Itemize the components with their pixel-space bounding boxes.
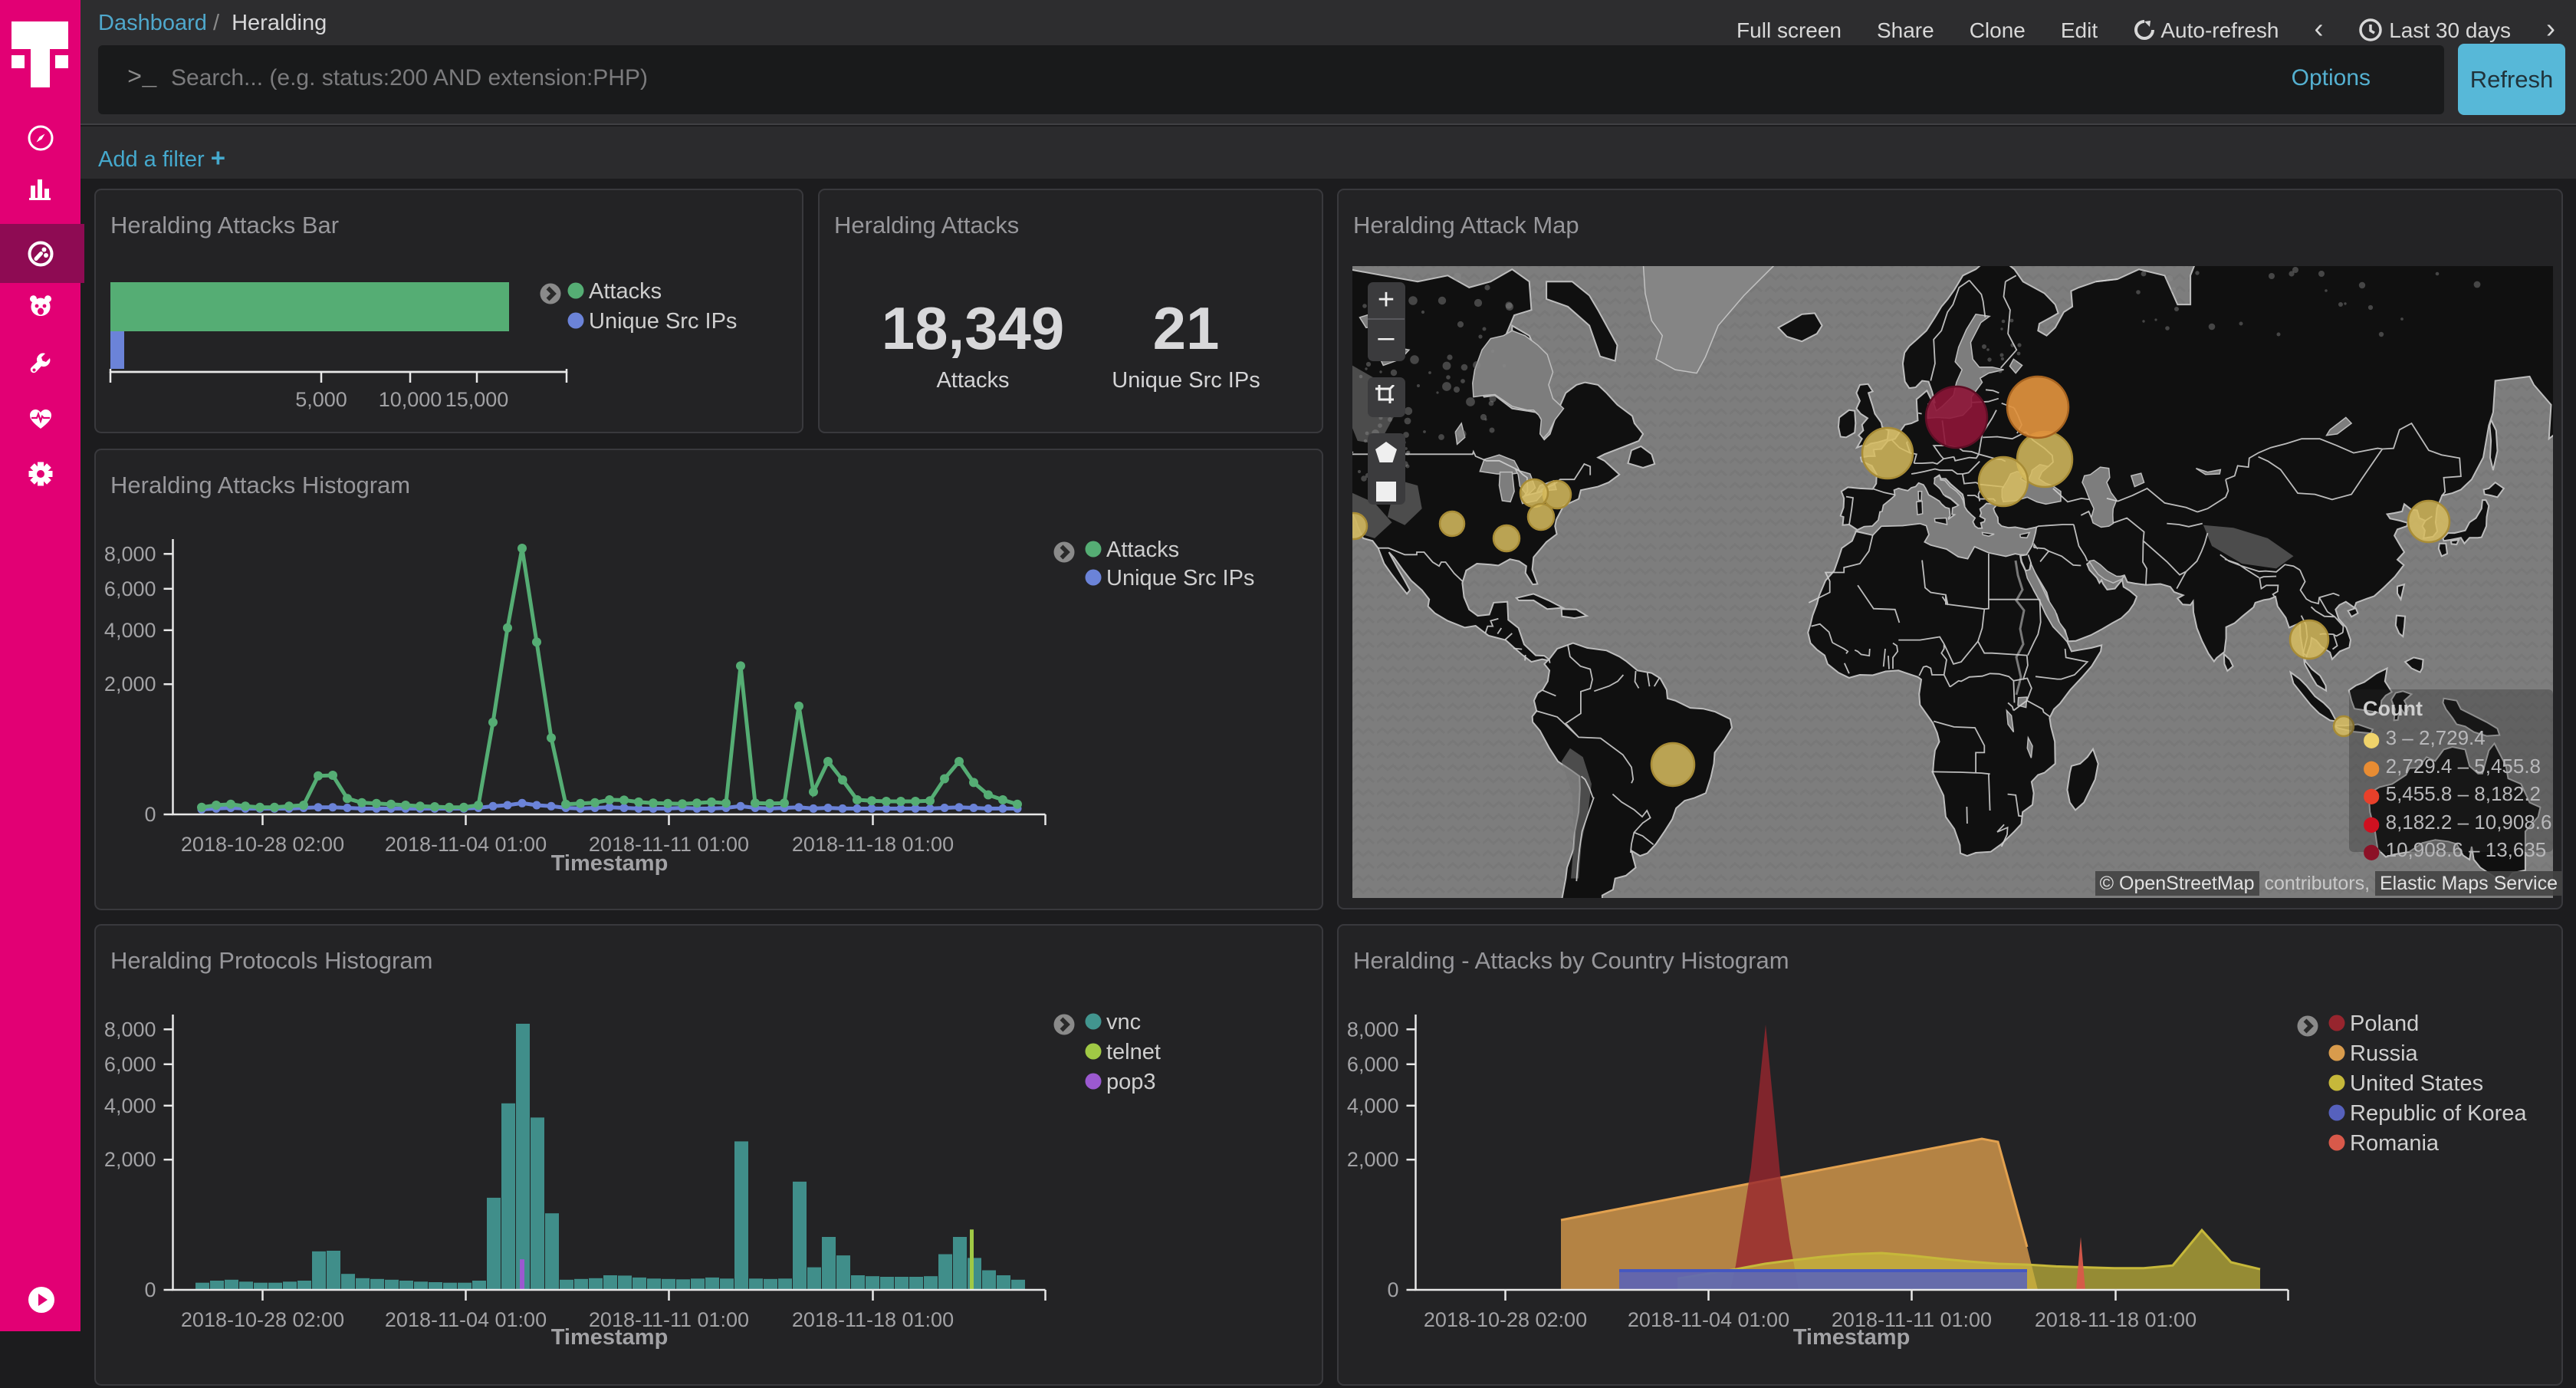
svg-text:Poland: Poland: [2350, 1011, 2419, 1036]
svg-text:Romania: Romania: [2350, 1131, 2440, 1156]
svg-text:telnet: telnet: [1106, 1040, 1161, 1064]
svg-text:2018-10-28 02:00: 2018-10-28 02:00: [181, 833, 344, 856]
svg-text:0: 0: [144, 1278, 156, 1301]
svg-text:15,000: 15,000: [445, 388, 509, 411]
svg-text:2,000: 2,000: [104, 1148, 156, 1171]
svg-text:Russia: Russia: [2350, 1041, 2419, 1066]
svg-text:0: 0: [1387, 1278, 1398, 1301]
svg-text:4,000: 4,000: [1347, 1094, 1399, 1117]
svg-text:2018-11-18 01:00: 2018-11-18 01:00: [792, 1308, 954, 1331]
svg-text:Unique Src IPs: Unique Src IPs: [1106, 566, 1254, 590]
svg-text:Timestamp: Timestamp: [551, 851, 669, 876]
svg-text:5,000: 5,000: [295, 388, 347, 411]
svg-text:4,000: 4,000: [104, 1094, 156, 1117]
svg-text:2018-10-28 02:00: 2018-10-28 02:00: [181, 1308, 344, 1331]
svg-text:Attacks: Attacks: [589, 279, 662, 304]
svg-text:6,000: 6,000: [1347, 1053, 1399, 1076]
svg-text:0: 0: [144, 803, 156, 826]
svg-text:6,000: 6,000: [104, 577, 156, 600]
svg-text:Timestamp: Timestamp: [1793, 1325, 1911, 1350]
svg-text:Republic of Korea: Republic of Korea: [2350, 1101, 2527, 1126]
svg-text:United States: United States: [2350, 1071, 2483, 1096]
svg-text:vnc: vnc: [1106, 1010, 1141, 1034]
svg-text:2018-11-18 01:00: 2018-11-18 01:00: [792, 833, 954, 856]
svg-text:2,000: 2,000: [104, 673, 156, 696]
svg-text:pop3: pop3: [1106, 1070, 1156, 1094]
svg-text:2018-11-18 01:00: 2018-11-18 01:00: [2035, 1308, 2196, 1331]
svg-text:2018-11-04 01:00: 2018-11-04 01:00: [1628, 1308, 1789, 1331]
svg-text:2,000: 2,000: [1347, 1148, 1399, 1171]
svg-text:6,000: 6,000: [104, 1053, 156, 1076]
svg-text:2018-11-04 01:00: 2018-11-04 01:00: [385, 1308, 547, 1331]
svg-text:8,000: 8,000: [1347, 1018, 1399, 1041]
svg-text:2018-11-04 01:00: 2018-11-04 01:00: [385, 833, 547, 856]
svg-text:8,000: 8,000: [104, 542, 156, 565]
svg-text:4,000: 4,000: [104, 619, 156, 642]
svg-text:Unique Src IPs: Unique Src IPs: [589, 309, 737, 334]
svg-text:10,000: 10,000: [379, 388, 442, 411]
svg-text:8,000: 8,000: [104, 1018, 156, 1041]
svg-text:Attacks: Attacks: [1106, 538, 1179, 562]
svg-text:2018-10-28 02:00: 2018-10-28 02:00: [1424, 1308, 1587, 1331]
svg-text:Timestamp: Timestamp: [551, 1325, 669, 1350]
